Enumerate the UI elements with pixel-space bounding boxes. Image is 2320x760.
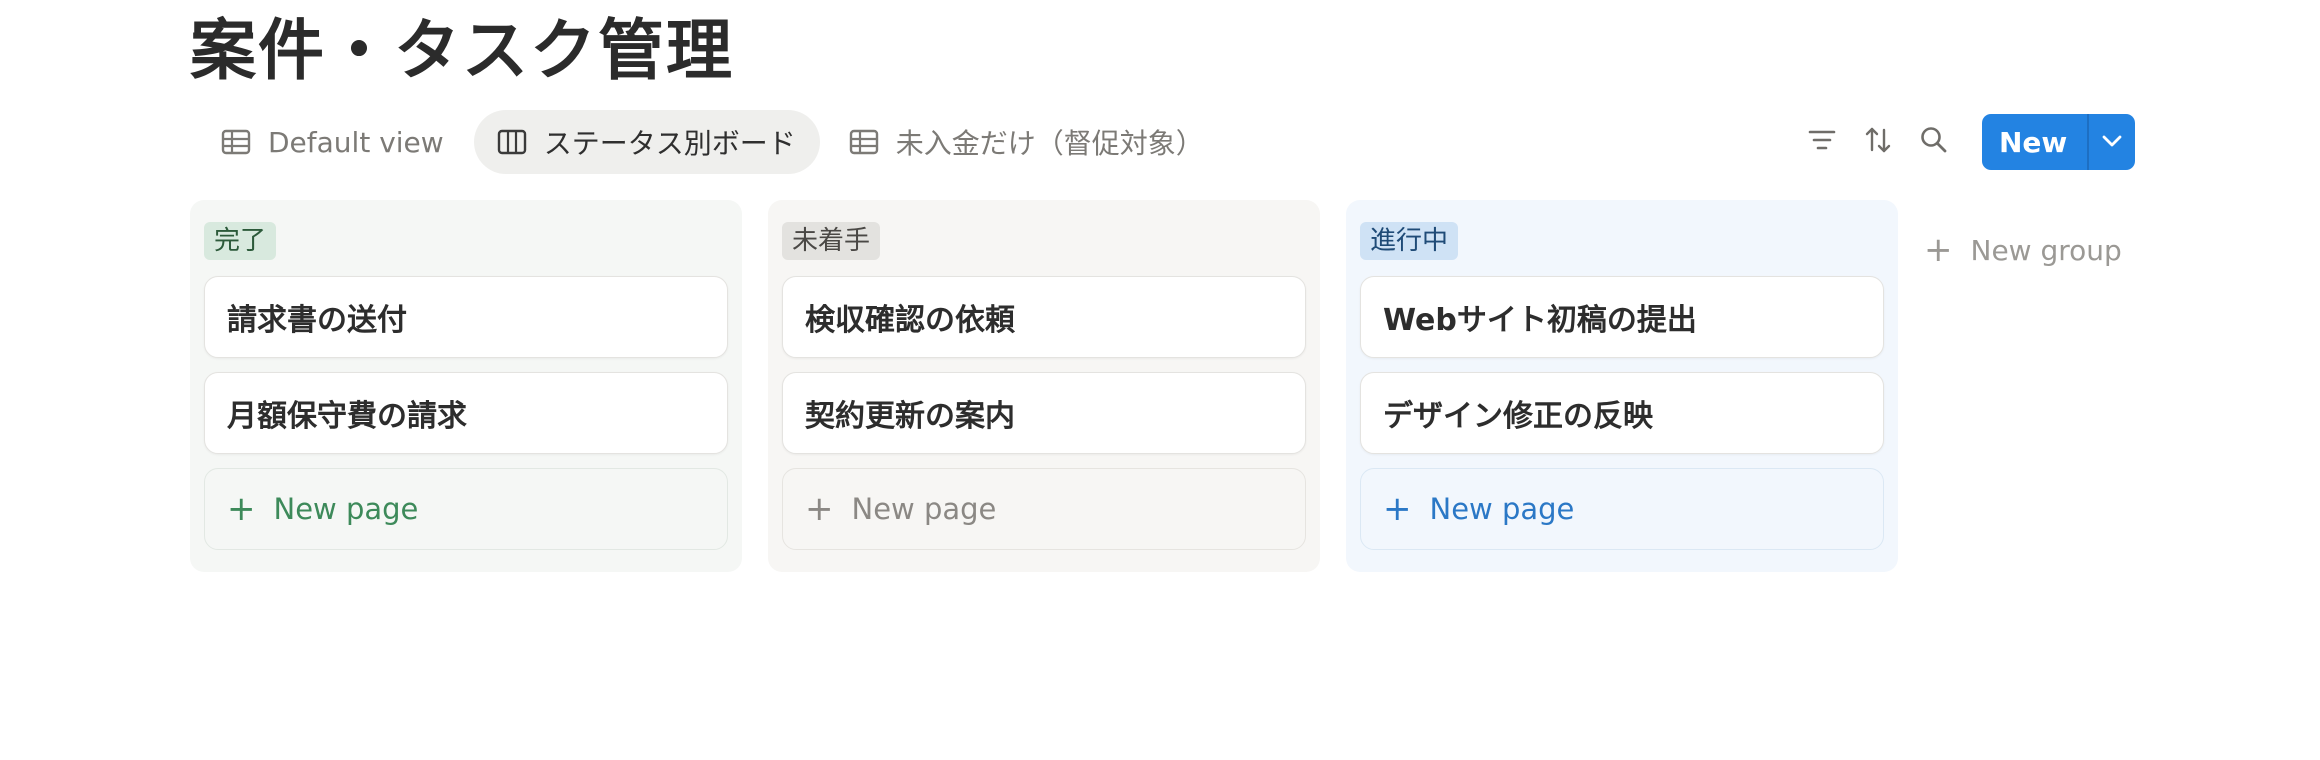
tab-status-board[interactable]: ステータス別ボード	[473, 110, 820, 174]
tab-label: 未入金だけ（督促対象）	[895, 127, 1204, 160]
new-page-button[interactable]: + New page	[204, 468, 728, 550]
new-page-button[interactable]: + New page	[1360, 468, 1884, 550]
view-tabs: Default view ステータス別ボード 未入金だけ（督促対象）	[198, 110, 1234, 174]
board-card[interactable]: Webサイト初稿の提出	[1360, 276, 1884, 358]
view-toolbar: New	[1800, 114, 2136, 170]
board-card[interactable]: 月額保守費の請求	[204, 372, 728, 454]
tab-label: Default view	[268, 125, 444, 159]
board-column-in-progress: 進行中 Webサイト初稿の提出 デザイン修正の反映 + New page	[1346, 200, 1898, 572]
kanban-board: 完了 請求書の送付 月額保守費の請求 + New page 未着手 検収確認の依…	[190, 200, 2122, 572]
chevron-down-icon	[2101, 133, 2123, 152]
board-card[interactable]: 検収確認の依頼	[782, 276, 1306, 358]
plus-icon: +	[1383, 489, 1412, 529]
board-card[interactable]: 契約更新の案内	[782, 372, 1306, 454]
filter-icon	[1807, 128, 1837, 156]
tab-unpaid-only[interactable]: 未入金だけ（督促対象）	[826, 110, 1228, 174]
new-button[interactable]: New	[1982, 114, 2087, 170]
group-label[interactable]: 未着手	[782, 222, 881, 260]
new-page-label: New page	[851, 492, 997, 526]
table-icon	[218, 124, 254, 160]
new-button-group: New	[1982, 114, 2136, 170]
plus-icon: +	[227, 489, 256, 529]
board-column-done: 完了 請求書の送付 月額保守費の請求 + New page	[190, 200, 742, 572]
group-label[interactable]: 進行中	[1360, 222, 1459, 260]
search-button[interactable]	[1912, 120, 1956, 164]
page-title: 案件・タスク管理	[190, 12, 734, 89]
sort-button[interactable]	[1856, 120, 1900, 164]
tab-label: ステータス別ボード	[543, 127, 796, 160]
plus-icon: +	[1924, 230, 1953, 270]
sort-icon	[1863, 125, 1893, 159]
tab-default-view[interactable]: Default view	[198, 110, 468, 174]
board-card[interactable]: デザイン修正の反映	[1360, 372, 1884, 454]
group-label[interactable]: 完了	[204, 222, 277, 260]
new-group-button[interactable]: + New group	[1924, 228, 2122, 272]
new-page-label: New page	[1429, 492, 1575, 526]
page: 案件・タスク管理 Default view ステータス別ボード 未入金だけ（督促…	[0, 0, 2320, 760]
table-icon	[846, 124, 882, 160]
new-page-button[interactable]: + New page	[782, 468, 1306, 550]
new-options-button[interactable]	[2089, 114, 2135, 170]
new-page-label: New page	[273, 492, 419, 526]
new-group-label: New group	[1970, 233, 2122, 267]
board-card[interactable]: 請求書の送付	[204, 276, 728, 358]
plus-icon: +	[805, 489, 834, 529]
board-column-not-started: 未着手 検収確認の依頼 契約更新の案内 + New page	[768, 200, 1320, 572]
board-icon	[494, 124, 530, 160]
search-icon	[1919, 125, 1949, 159]
filter-button[interactable]	[1800, 120, 1844, 164]
